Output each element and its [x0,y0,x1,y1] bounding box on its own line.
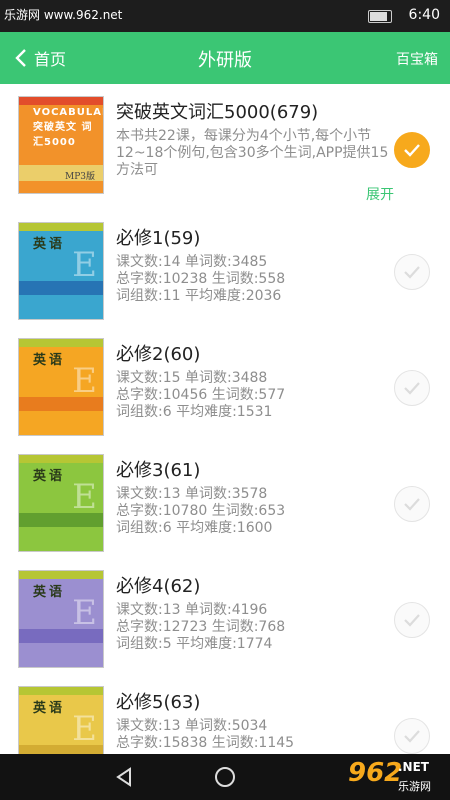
book-list: VOCABULARY 突破英文 词汇5000 MP3版 突破英文词汇5000(6… [0,84,450,754]
book-title: 必修4(62) [116,576,201,597]
book-cover: VOCABULARY 突破英文 词汇5000 MP3版 [18,96,104,194]
book-item[interactable]: 英语 E 必修3(61) 课文数:13 单词数:3578 总字数:10780 生… [0,444,450,561]
book-item[interactable]: VOCABULARY 突破英文 词汇5000 MP3版 突破英文词汇5000(6… [0,84,450,213]
check-icon [404,498,420,511]
nav-back-icon[interactable] [112,765,136,789]
book-desc: 课文数:13 单词数:4196 总字数:12723 生词数:768 词组数:5 … [116,602,286,652]
select-check[interactable] [394,486,430,522]
status-bar: 乐游网 www.962.net 6:40 [0,0,450,32]
book-desc: 本书共22课，每课分为4个小节,每个小节12~18个例句,包含30多个生词,AP… [116,128,389,178]
book-cover: 英语 E [18,570,104,668]
check-icon [404,614,420,627]
watermark-text: 乐游网 www.962.net [4,8,123,22]
logo-suffix: .NET [398,760,429,774]
expand-link[interactable]: 展开 [366,184,394,204]
clock: 6:40 [408,7,440,23]
cover-text: 英语 [33,701,66,716]
logo-number: 962 [348,758,403,788]
book-title: 必修1(59) [116,228,201,249]
check-icon [404,266,420,279]
book-item[interactable]: 英语 E 必修4(62) 课文数:13 单词数:4196 总字数:12723 生… [0,560,450,677]
page-title: 外研版 [198,50,252,71]
book-desc: 课文数:13 单词数:3578 总字数:10780 生词数:653 词组数:6 … [116,486,286,536]
selected-check[interactable] [394,132,430,168]
select-check[interactable] [394,370,430,406]
site-logo: 962 .NET 乐游网 [346,756,446,798]
toolbox-button[interactable]: 百宝箱 [396,49,438,69]
logo-cn: 乐游网 [398,780,431,793]
nav-home-icon[interactable] [213,765,237,789]
cover-text: VOCABULARY 突破英文 词汇5000 [33,107,103,148]
app-header: 首页 外研版 百宝箱 [0,32,450,84]
book-title: 必修2(60) [116,344,201,365]
cover-brand: MP3版 [65,172,95,182]
book-desc: 课文数:14 单词数:3485 总字数:10238 生词数:558 词组数:11… [116,254,286,304]
cover-text: 英语 [33,353,66,368]
book-title: 必修3(61) [116,460,201,481]
book-cover: 英语 E [18,454,104,552]
cover-text: 英语 [33,585,66,600]
book-cover: 英语 E [18,338,104,436]
select-check[interactable] [394,254,430,290]
check-icon [404,730,420,743]
battery-icon [368,10,392,23]
cover-text: 英语 [33,237,66,252]
select-check[interactable] [394,718,430,754]
check-icon [404,382,420,395]
book-title: 突破英文词汇5000(679) [116,102,319,123]
book-item[interactable]: 英语 E 必修1(59) 课文数:14 单词数:3485 总字数:10238 生… [0,212,450,329]
select-check[interactable] [394,602,430,638]
book-desc: 课文数:13 单词数:5034 总字数:15838 生词数:1145 [116,718,295,751]
book-desc: 课文数:15 单词数:3488 总字数:10456 生词数:577 词组数:6 … [116,370,286,420]
cover-text: 英语 [33,469,66,484]
book-cover: 英语 E [18,222,104,320]
book-cover: 英语 E [18,686,104,754]
check-icon [404,144,420,157]
book-item[interactable]: 英语 E 必修5(63) 课文数:13 单词数:5034 总字数:15838 生… [0,676,450,754]
book-title: 必修5(63) [116,692,201,713]
book-item[interactable]: 英语 E 必修2(60) 课文数:15 单词数:3488 总字数:10456 生… [0,328,450,445]
